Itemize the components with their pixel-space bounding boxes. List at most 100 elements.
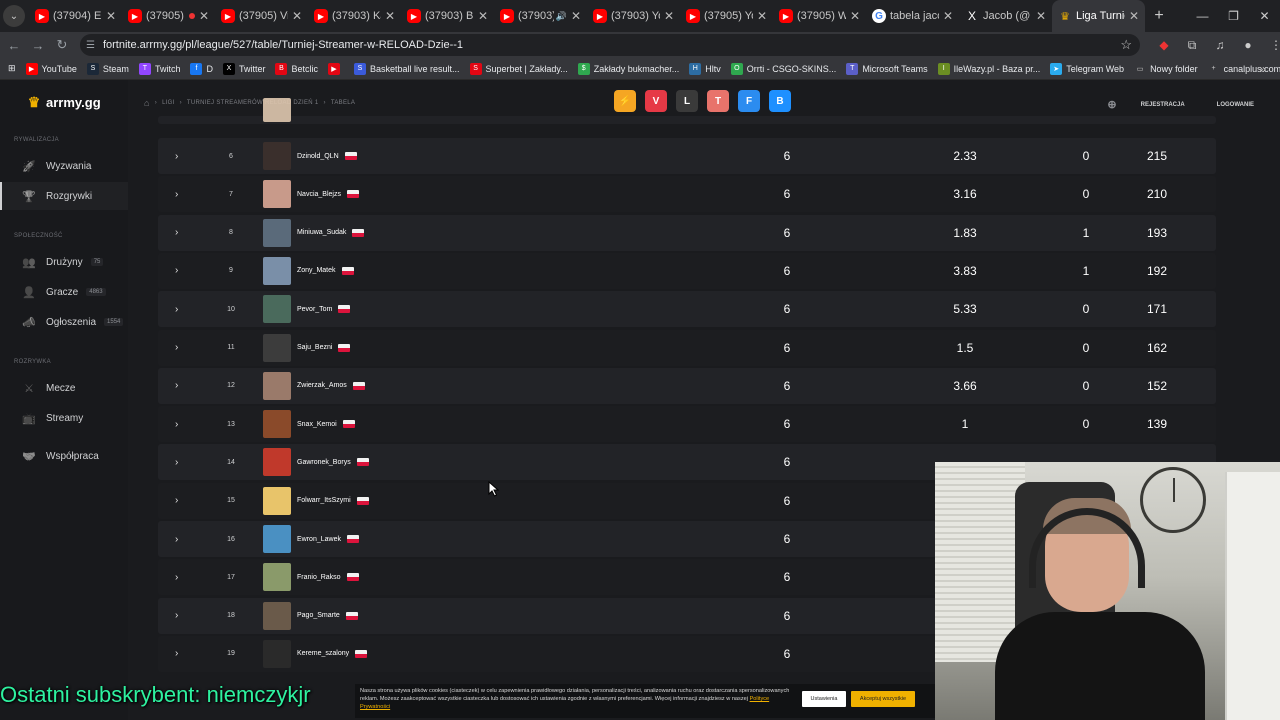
expand-chevron-icon[interactable]: › [175, 151, 178, 162]
bookmark-item[interactable]: I IleWazy.pl - Baza pr... [933, 62, 1046, 75]
browser-tab[interactable]: ▶ (37905) Wor ✕ [773, 0, 866, 32]
browser-tab[interactable]: ▶ (37903) BUN ✕ [401, 0, 494, 32]
table-row[interactable]: › 12 Zwierzak_Amos 6 3.66 0 152 [158, 367, 1216, 404]
expand-chevron-icon[interactable]: › [175, 227, 178, 238]
browser-tab[interactable]: X Jacob (@ ✕ [959, 0, 1052, 32]
close-tab-icon[interactable]: ✕ [757, 9, 767, 23]
cs-game-icon[interactable]: ⚡ [614, 90, 636, 112]
player-name[interactable]: Kereme_szalony [297, 649, 368, 658]
site-info-icon[interactable]: ☰ [86, 40, 95, 51]
audio-playing-icon[interactable]: 🔊 [556, 11, 567, 22]
browser-tab[interactable]: ▶ (37905) ✕ [122, 0, 215, 32]
player-name[interactable]: Navcia_Blejzs [297, 190, 359, 199]
menu-kebab-icon[interactable]: ⋮ [1262, 38, 1280, 52]
expand-chevron-icon[interactable]: › [175, 342, 178, 353]
player-name[interactable]: Dzinold_QLN [297, 152, 357, 160]
player-name[interactable]: Zony_Matek [297, 266, 354, 275]
browser-tab[interactable]: ▶ (37904) EKIP ✕ [29, 0, 122, 32]
close-tab-icon[interactable]: ✕ [292, 9, 302, 23]
table-row[interactable]: › 6 Dzinold_QLN 6 2.33 0 215 [158, 138, 1216, 174]
bookmarks-overflow-icon[interactable]: » [1259, 62, 1266, 76]
bookmark-item[interactable]: $ Zakłady bukmacher... [573, 62, 685, 75]
table-row[interactable]: › 7 Navcia_Blejzs 6 3.16 0 210 [158, 176, 1216, 213]
player-name[interactable]: Miniuwa_Sudak [297, 228, 365, 237]
bookmark-item[interactable]: ➤ Telegram Web [1045, 62, 1129, 75]
valorant-game-icon[interactable]: V [645, 90, 667, 112]
bookmark-star-icon[interactable]: ☆ [1120, 37, 1132, 53]
table-row[interactable]: › 13 Snax_Kemoi 6 1 0 139 [158, 406, 1216, 443]
player-name[interactable]: Pevor_Tom [297, 305, 351, 314]
bookmark-item[interactable]: T Twitch [134, 62, 186, 75]
browser-tab[interactable]: ▶ (37903) You ✕ [587, 0, 680, 32]
browser-tab[interactable]: ▶ (37905) Vibe ✕ [215, 0, 308, 32]
player-name[interactable]: Saju_Bezni [297, 343, 351, 352]
lol-game-icon[interactable]: L [676, 90, 698, 112]
table-row[interactable]: › 9 Zony_Matek 6 3.83 1 192 [158, 252, 1216, 289]
brawl-game-icon[interactable]: B [769, 90, 791, 112]
player-name[interactable]: Ewron_Lawek [297, 535, 359, 543]
bookmark-item[interactable]: S Basketball live result... [349, 62, 465, 75]
close-tab-icon[interactable]: ✕ [106, 9, 116, 23]
minimize-icon[interactable]: — [1187, 0, 1218, 32]
close-tab-icon[interactable]: ✕ [478, 9, 488, 23]
sidebar-item-wyzwania[interactable]: 🚀 Wyzwania [0, 152, 128, 180]
close-tab-icon[interactable]: ✕ [1036, 9, 1046, 23]
close-tab-icon[interactable]: ✕ [385, 9, 395, 23]
player-name[interactable]: Gawronek_Borys [297, 458, 369, 467]
bookmark-item[interactable]: T Microsoft Teams [841, 62, 932, 75]
close-tab-icon[interactable]: ✕ [943, 9, 953, 23]
table-row[interactable]: › 11 Saju_Bezni 6 1.5 0 162 [158, 329, 1216, 366]
bookmark-item[interactable]: O Orrti - CSGO-SKINS... [726, 62, 842, 75]
extension-icon[interactable]: ◆ [1150, 38, 1178, 52]
expand-chevron-icon[interactable]: › [175, 495, 178, 506]
breadcrumb-item[interactable]: TURNIEJ STREAMERÓW RELOAD DZIEŃ 1 [187, 100, 319, 106]
bookmark-item[interactable]: ▭ Nowy folder [1129, 63, 1203, 75]
sidebar-item-streamy[interactable]: 📺 Streamy [0, 404, 128, 432]
reload-icon[interactable]: ↻ [50, 33, 74, 57]
bookmark-item[interactable]: ▶ YouTube [21, 62, 82, 75]
expand-chevron-icon[interactable]: › [175, 610, 178, 621]
expand-chevron-icon[interactable]: › [175, 648, 178, 659]
sidebar-item-drużyny[interactable]: 👥 Drużyny 75 [0, 248, 128, 276]
bookmark-item[interactable]: + canalplus.com [1203, 63, 1280, 75]
expand-chevron-icon[interactable]: › [175, 457, 178, 468]
close-tab-icon[interactable]: ✕ [571, 9, 581, 23]
profile-avatar-icon[interactable]: ● [1234, 38, 1262, 52]
tab-search-icon[interactable]: ⌄ [3, 5, 25, 27]
sidebar-item-gracze[interactable]: 👤 Gracze 4863 [0, 278, 128, 306]
close-window-icon[interactable]: ✕ [1249, 0, 1280, 32]
close-tab-icon[interactable]: ✕ [850, 9, 860, 23]
expand-chevron-icon[interactable]: › [175, 419, 178, 430]
cookie-settings-button[interactable]: Ustawienia [802, 691, 846, 707]
browser-tab[interactable]: ▶ (37903) Kacp ✕ [308, 0, 401, 32]
breadcrumb-item[interactable]: LIGI [162, 100, 175, 106]
table-row[interactable]: › 10 Pevor_Tom 6 5.33 0 171 [158, 291, 1216, 328]
bookmark-item[interactable]: B Betclic [270, 62, 323, 75]
expand-chevron-icon[interactable]: › [175, 265, 178, 276]
language-globe-icon[interactable]: ⊕ [1107, 98, 1116, 111]
close-tab-icon[interactable]: ✕ [1129, 9, 1139, 23]
sidebar-item-współpraca[interactable]: 🤝 Współpraca [0, 442, 128, 470]
extensions-puzzle-icon[interactable]: ⧉ [1178, 38, 1206, 53]
cookie-accept-all-button[interactable]: Akceptuj wszystkie [851, 691, 915, 707]
new-tab-icon[interactable]: + [1145, 2, 1173, 30]
close-tab-icon[interactable]: ✕ [664, 9, 674, 23]
player-name[interactable]: Snax_Kemoi [297, 420, 355, 429]
sidebar-item-mecze[interactable]: ⚔ Mecze [0, 374, 128, 402]
expand-chevron-icon[interactable]: › [175, 189, 178, 200]
player-name[interactable]: Franio_Rakso [297, 573, 359, 582]
expand-chevron-icon[interactable]: › [175, 572, 178, 583]
close-tab-icon[interactable]: ✕ [199, 9, 209, 23]
player-name[interactable]: Zwierzak_Amos [297, 381, 365, 390]
address-bar[interactable]: ☰ fortnite.arrmy.gg/pl/league/527/table/… [80, 34, 1140, 56]
browser-tab[interactable]: Gtabela jacob ✕ [866, 0, 959, 32]
sidebar-item-ogłoszenia[interactable]: 📣 Ogłoszenia 1554 [0, 308, 128, 336]
restore-icon[interactable]: ❐ [1218, 0, 1249, 32]
browser-tab[interactable]: ▶ (37903) 🔊 ✕ [494, 0, 587, 32]
media-control-icon[interactable]: ♫ [1206, 38, 1234, 52]
site-logo[interactable]: ♛ arrmy.gg [26, 92, 101, 112]
register-link[interactable]: REJESTRACJA [1141, 102, 1185, 108]
player-name[interactable]: Pago_Smarte [297, 611, 358, 620]
tft-game-icon[interactable]: T [707, 90, 729, 112]
expand-chevron-icon[interactable]: › [175, 380, 178, 391]
